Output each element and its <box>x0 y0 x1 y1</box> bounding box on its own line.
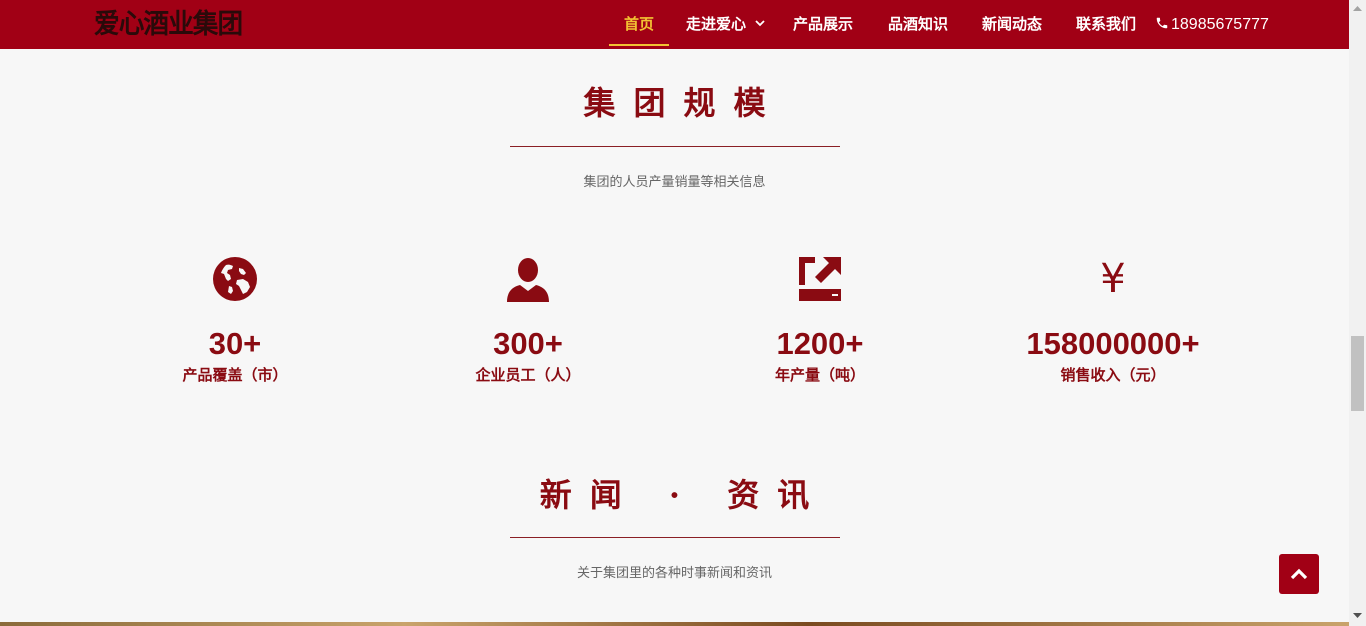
nav-item-label: 产品展示 <box>793 15 854 33</box>
upload-icon <box>799 257 841 301</box>
yen-icon: ¥ <box>1100 256 1126 302</box>
stat-label: 年产量（吨） <box>774 366 865 384</box>
stat-label: 企业员工（人） <box>475 366 581 384</box>
nav-item-label: 联系我们 <box>1076 15 1137 33</box>
section-subtitle-news: 关于集团里的各种时事新闻和资讯 <box>576 566 772 581</box>
section-subtitle-scale: 集团的人员产量销量等相关信息 <box>583 175 766 190</box>
stat-value: 300+ <box>493 326 563 361</box>
back-to-top-button[interactable] <box>1279 554 1319 594</box>
nav-item-label: 首页 <box>624 15 655 33</box>
main-nav: 首页 走进爱心 产品展示 品酒知识 新闻动态 联系我们 18985675777 <box>0 0 1349 49</box>
nav-item-label: 走进爱心 <box>686 15 747 33</box>
section-divider <box>510 146 840 147</box>
scroll-up-arrow-icon[interactable] <box>1353 4 1362 13</box>
scroll-down-arrow-icon[interactable] <box>1353 611 1362 620</box>
nav-item-wine-knowledge[interactable]: 品酒知识 <box>888 0 948 46</box>
nav-item-label: 品酒知识 <box>888 15 949 33</box>
nav-item-about[interactable]: 走进爱心 <box>686 0 765 46</box>
nav-item-home[interactable]: 首页 <box>609 0 670 46</box>
section-divider <box>510 537 840 538</box>
stat-value: 158000000+ <box>1026 326 1200 361</box>
section-title-scale: 集团规模 <box>583 84 784 122</box>
stat-employees: 300+ 企业员工（人） <box>408 250 648 385</box>
nav-item-products[interactable]: 产品展示 <box>793 0 853 46</box>
news-image-strip <box>0 622 1349 626</box>
scrollbar-thumb[interactable] <box>1351 336 1364 411</box>
stat-label: 产品覆盖（市） <box>182 366 288 384</box>
globe-icon <box>213 257 257 301</box>
user-icon <box>507 258 549 302</box>
nav-item-news[interactable]: 新闻动态 <box>982 0 1042 46</box>
stat-value: 1200+ <box>776 326 864 361</box>
phone-icon <box>1156 17 1168 28</box>
nav-item-label: 新闻动态 <box>982 15 1043 33</box>
nav-item-contact[interactable]: 联系我们 <box>1076 0 1136 46</box>
stat-annual-output: 1200+ 年产量（吨） <box>700 250 940 385</box>
stat-label: 销售收入（元） <box>1060 366 1166 384</box>
phone-link[interactable]: 18985675777 <box>1155 0 1269 46</box>
stat-product-coverage: 30+ 产品覆盖（市） <box>115 250 355 385</box>
stat-value: 30+ <box>208 326 262 361</box>
top-navbar: 爱心酒业集团 首页 走进爱心 产品展示 品酒知识 新闻动态 联系我们 18985… <box>0 0 1349 49</box>
page-scrollbar[interactable] <box>1349 0 1366 626</box>
chevron-up-icon <box>1290 568 1308 580</box>
stat-sales-revenue: ¥ 158000000+ 销售收入（元） <box>993 250 1233 385</box>
phone-number: 18985675777 <box>1171 16 1269 33</box>
chevron-down-icon <box>755 19 765 26</box>
section-title-news: 新闻 · 资讯 <box>539 476 828 514</box>
